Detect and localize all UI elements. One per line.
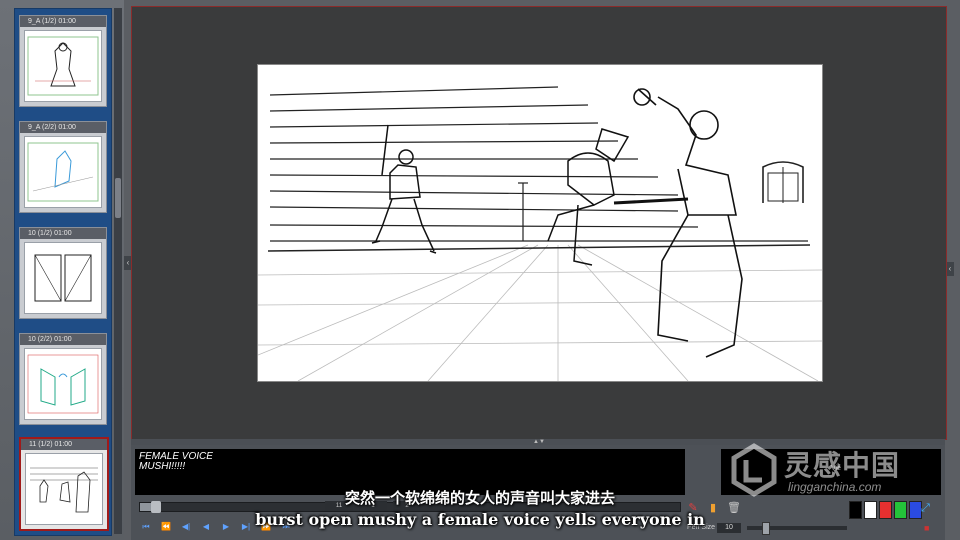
stage-view[interactable] bbox=[131, 6, 947, 440]
storyboard-thumbnail[interactable]: 10 (1/2) 01:00 bbox=[19, 227, 107, 319]
thumbnail-image bbox=[24, 136, 102, 208]
storyboard-panel-list: 9_A (1/2) 01:00 9_A (2/2) 01:00 10 (1/2)… bbox=[0, 0, 124, 540]
thumbnail-image bbox=[24, 242, 102, 314]
thumbnail-label: 9_A (1/2) 01:00 bbox=[20, 16, 106, 27]
storyboard-drawing[interactable] bbox=[257, 64, 823, 382]
thumbnail-image bbox=[24, 30, 102, 102]
storyboard-thumbnail[interactable]: 9_A (2/2) 01:00 bbox=[19, 121, 107, 213]
thumbnail-label: 10 (2/2) 01:00 bbox=[20, 334, 106, 345]
storyboard-thumbnail[interactable]: 9_A (1/2) 01:00 bbox=[19, 15, 107, 107]
collapse-right-icon[interactable]: ‹ bbox=[946, 262, 954, 276]
thumbnail-label: 9_A (2/2) 01:00 bbox=[20, 122, 106, 133]
scrollbar-thumb[interactable] bbox=[115, 178, 121, 218]
watermark-name: 灵感中国 bbox=[784, 450, 901, 481]
subtitle-chinese: 突然一个软绵绵的女人的声音叫大家进去 bbox=[344, 489, 615, 507]
thumbnail-label: 11 (1/2) 01:00 bbox=[21, 439, 107, 450]
thumbnail-label: 10 (1/2) 01:00 bbox=[20, 228, 106, 239]
caption-line: FEMALE VOICE bbox=[139, 451, 213, 462]
thumbnail-strip: 9_A (1/2) 01:00 9_A (2/2) 01:00 10 (1/2)… bbox=[14, 8, 112, 536]
thumbnail-image bbox=[24, 348, 102, 420]
thumbnail-scrollbar[interactable] bbox=[114, 8, 122, 534]
caption-line: MUSHI!!!!! bbox=[139, 461, 186, 472]
subtitle-english: burst open mushy a female voice yells ev… bbox=[255, 510, 705, 529]
storyboard-thumbnail[interactable]: 10 (2/2) 01:00 bbox=[19, 333, 107, 425]
